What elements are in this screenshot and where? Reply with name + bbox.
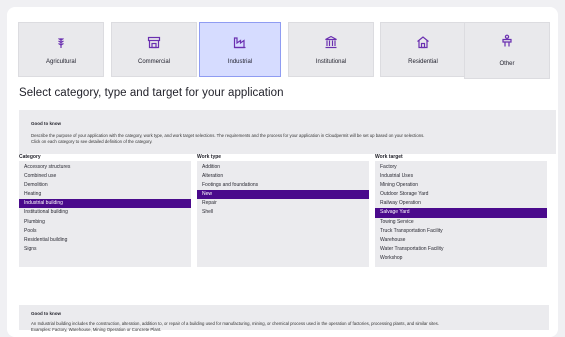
wheat-icon	[58, 37, 64, 48]
tile-other[interactable]: Other	[464, 22, 550, 79]
list-item[interactable]: Warehouse	[375, 236, 547, 245]
category-header: Category	[19, 154, 41, 160]
good-to-know-box: Good to know Describe the purpose of you…	[19, 110, 556, 154]
storefront-icon	[147, 36, 161, 48]
list-item[interactable]: Alteration	[197, 172, 369, 181]
info-text: An Industrial building includes the cons…	[31, 321, 551, 333]
tile-institutional[interactable]: Institutional	[288, 22, 374, 77]
list-item[interactable]: Signs	[19, 245, 191, 254]
list-item[interactable]: Repair	[197, 199, 369, 208]
tile-label: Institutional	[315, 58, 347, 65]
list-item[interactable]: Addition	[197, 163, 369, 172]
list-item[interactable]: Residential building	[19, 236, 191, 245]
list-item-selected[interactable]: Industrial building	[19, 199, 191, 209]
good-to-know-box-bottom: Good to know An Industrial building incl…	[19, 305, 551, 333]
person-sign-icon	[502, 34, 512, 47]
list-item[interactable]: Water Transportation Facility	[375, 245, 547, 254]
tile-label: Other	[499, 61, 515, 67]
tile-industrial[interactable]: Industrial	[199, 22, 281, 77]
info-text-line: Examples: Factory, Warehouse, Mining Ope…	[31, 327, 162, 333]
info-text-line: Click on each category to see detailed d…	[31, 139, 153, 145]
tile-label: Industrial	[227, 58, 253, 65]
list-item[interactable]: Demolition	[19, 181, 191, 190]
list-item[interactable]: Combined use	[19, 172, 191, 181]
tile-label: Commercial	[137, 58, 170, 65]
list-item[interactable]: Accessory structures	[19, 163, 191, 172]
page-title: Select category, type and target for you…	[19, 87, 284, 99]
info-title: Good to know	[31, 121, 61, 126]
list-item[interactable]: Truck Transportation Facility	[375, 227, 547, 236]
bank-building-icon	[325, 35, 337, 48]
house-icon	[417, 35, 429, 48]
list-item[interactable]: Pools	[19, 227, 191, 236]
tile-agricultural[interactable]: Agricultural	[18, 22, 104, 77]
list-item-selected[interactable]: New	[197, 190, 369, 200]
tile-label: Agricultural	[45, 58, 76, 65]
list-item[interactable]: Institutional building	[19, 208, 191, 217]
work-target-header: Work target	[375, 154, 403, 160]
list-item[interactable]: Plumbing	[19, 218, 191, 227]
info-text: Describe the purpose of your application…	[31, 133, 551, 145]
factory-icon	[233, 36, 246, 48]
list-item[interactable]: Mining Operation	[375, 181, 547, 190]
list-item[interactable]: Industrial Uses	[375, 172, 547, 181]
tile-residential[interactable]: Residential	[380, 22, 466, 77]
list-item-selected[interactable]: Salvage Yard	[375, 208, 547, 218]
list-item[interactable]: Towing Service	[375, 218, 547, 227]
tile-label: Residential	[408, 58, 438, 65]
list-item[interactable]: Outdoor Storage Yard	[375, 190, 547, 199]
tile-commercial[interactable]: Commercial	[111, 22, 197, 77]
work-target-list: Factory Industrial Uses Mining Operation…	[375, 161, 547, 267]
category-list: Accessory structures Combined use Demoli…	[19, 161, 191, 267]
list-item[interactable]: Workshop	[375, 254, 547, 263]
work-type-header: Work type	[197, 154, 222, 160]
list-item[interactable]: Railway Operation	[375, 199, 547, 208]
work-type-list: Addition Alteration Footings and foundat…	[197, 161, 369, 267]
list-item[interactable]: Shell	[197, 208, 369, 217]
list-item[interactable]: Footings and foundations	[197, 181, 369, 190]
list-item[interactable]: Factory	[375, 163, 547, 172]
info-title: Good to know	[31, 311, 61, 316]
list-item[interactable]: Heating	[19, 190, 191, 199]
